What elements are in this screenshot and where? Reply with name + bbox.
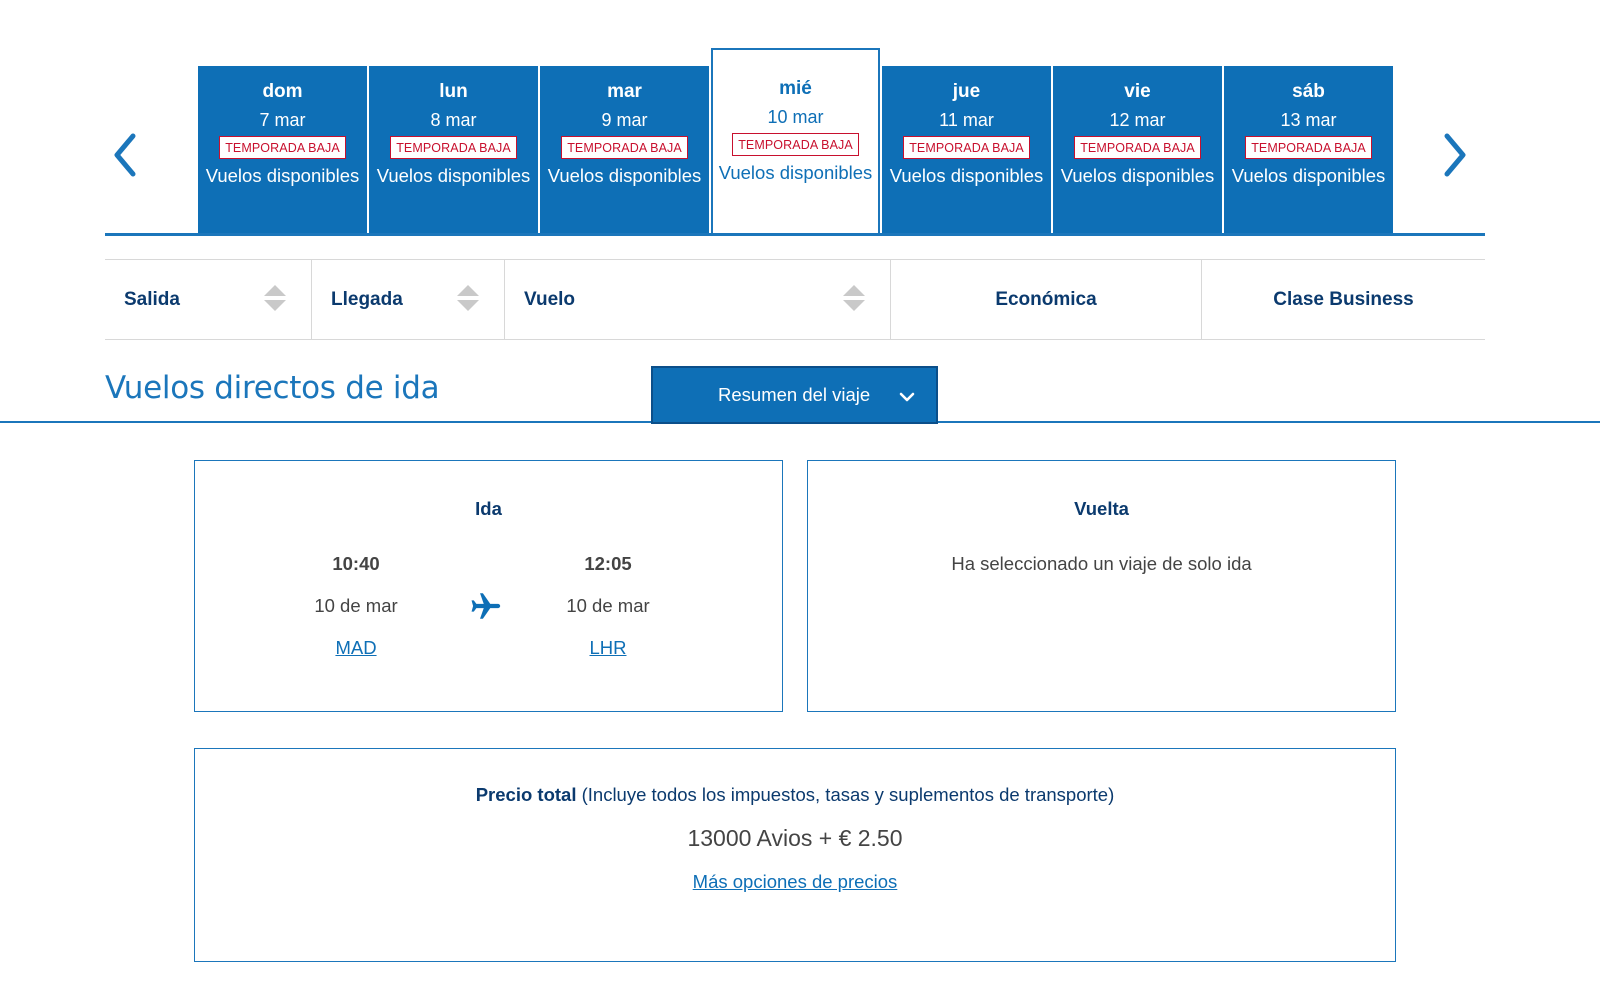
previous-week-button[interactable] bbox=[105, 130, 145, 180]
column-label-business: Clase Business bbox=[1273, 288, 1414, 310]
day-tab-sab[interactable]: sáb 13 mar TEMPORADA BAJA Vuelos disponi… bbox=[1224, 66, 1393, 234]
price-amount: 13000 Avios + € 2.50 bbox=[687, 825, 903, 851]
season-badge: TEMPORADA BAJA bbox=[732, 133, 859, 156]
season-badge: TEMPORADA BAJA bbox=[903, 136, 1030, 159]
column-economy: Económica bbox=[891, 260, 1202, 339]
day-date: 8 mar bbox=[430, 110, 477, 130]
next-week-button[interactable] bbox=[1435, 130, 1475, 180]
day-name: mar bbox=[607, 81, 642, 102]
price-options: Más opciones de precios bbox=[195, 871, 1395, 893]
arrival-info: 12:05 10 de mar LHR bbox=[533, 553, 683, 659]
availability-text: Vuelos disponibles bbox=[205, 165, 360, 186]
day-date: 12 mar bbox=[1109, 110, 1166, 130]
sort-by-flight[interactable]: Vuelo bbox=[505, 260, 891, 339]
availability-text: Vuelos disponibles bbox=[718, 162, 873, 183]
day-tab-dom[interactable]: dom 7 mar TEMPORADA BAJA Vuelos disponib… bbox=[198, 66, 367, 234]
season-badge: TEMPORADA BAJA bbox=[561, 136, 688, 159]
day-date: 11 mar bbox=[939, 110, 994, 130]
column-label-llegada: Llegada bbox=[331, 288, 403, 310]
availability-text: Vuelos disponibles bbox=[376, 165, 531, 186]
return-message: Ha seleccionado un viaje de solo ida bbox=[951, 553, 1252, 574]
column-label-economica: Económica bbox=[995, 288, 1097, 310]
column-business: Clase Business bbox=[1202, 260, 1485, 339]
availability-text: Vuelos disponibles bbox=[889, 165, 1044, 186]
date-strip-divider bbox=[105, 233, 1485, 236]
price-label: Precio total bbox=[475, 784, 577, 805]
arrival-airport-link[interactable]: LHR bbox=[589, 637, 626, 659]
trip-summary-button[interactable]: Resumen del viaje bbox=[651, 366, 938, 424]
day-tab-jue[interactable]: jue 11 mar TEMPORADA BAJA Vuelos disponi… bbox=[882, 66, 1051, 234]
chevron-down-icon bbox=[899, 392, 915, 402]
day-tab-vie[interactable]: vie 12 mar TEMPORADA BAJA Vuelos disponi… bbox=[1053, 66, 1222, 234]
season-badge: TEMPORADA BAJA bbox=[1245, 136, 1372, 159]
day-name: mié bbox=[779, 78, 812, 99]
day-name: lun bbox=[439, 81, 468, 102]
day-date: 7 mar bbox=[259, 110, 306, 130]
column-label-vuelo: Vuelo bbox=[524, 288, 576, 310]
outbound-card: Ida 10:40 10 de mar MAD 12:05 10 de mar … bbox=[194, 460, 783, 712]
results-column-header: Salida Llegada Vuelo Económica Clase Bus… bbox=[105, 259, 1485, 340]
trip-summary-label: Resumen del viaje bbox=[718, 384, 871, 405]
day-tab-lun[interactable]: lun 8 mar TEMPORADA BAJA Vuelos disponib… bbox=[369, 66, 538, 234]
sort-icon bbox=[843, 285, 865, 311]
outbound-title: Ida bbox=[475, 498, 502, 519]
day-tab-mar[interactable]: mar 9 mar TEMPORADA BAJA Vuelos disponib… bbox=[540, 66, 709, 234]
season-badge: TEMPORADA BAJA bbox=[390, 136, 517, 159]
arrival-date: 10 de mar bbox=[566, 595, 650, 616]
availability-text: Vuelos disponibles bbox=[1231, 165, 1386, 186]
day-date: 13 mar bbox=[1280, 110, 1337, 130]
day-tab-mie-selected[interactable]: mié 10 mar TEMPORADA BAJA Vuelos disponi… bbox=[711, 48, 880, 235]
date-selector: dom 7 mar TEMPORADA BAJA Vuelos disponib… bbox=[105, 48, 1485, 236]
price-heading: Precio total (Incluye todos los impuesto… bbox=[195, 784, 1395, 806]
departure-info: 10:40 10 de mar MAD bbox=[281, 553, 431, 659]
more-price-options-link[interactable]: Más opciones de precios bbox=[693, 871, 898, 892]
availability-text: Vuelos disponibles bbox=[547, 165, 702, 186]
sort-icon bbox=[457, 285, 479, 311]
airplane-icon bbox=[471, 593, 501, 619]
day-name: vie bbox=[1124, 81, 1151, 102]
sort-by-departure[interactable]: Salida bbox=[105, 260, 312, 339]
sort-icon bbox=[264, 285, 286, 311]
day-date: 10 mar bbox=[767, 107, 824, 127]
price-note: (Incluye todos los impuestos, tasas y su… bbox=[581, 784, 1115, 805]
return-card: Vuelta Ha seleccionado un viaje de solo … bbox=[807, 460, 1396, 712]
return-title: Vuelta bbox=[1074, 498, 1129, 519]
departure-time: 10:40 bbox=[332, 553, 380, 574]
section-title: Vuelos directos de ida bbox=[105, 370, 440, 406]
day-name: jue bbox=[952, 81, 981, 102]
departure-date: 10 de mar bbox=[314, 595, 398, 616]
day-date: 9 mar bbox=[601, 110, 648, 130]
day-name: dom bbox=[262, 81, 303, 102]
sort-by-arrival[interactable]: Llegada bbox=[312, 260, 505, 339]
departure-airport-link[interactable]: MAD bbox=[335, 637, 376, 659]
arrival-time: 12:05 bbox=[584, 553, 632, 574]
day-tabs: dom 7 mar TEMPORADA BAJA Vuelos disponib… bbox=[198, 48, 1393, 236]
chevron-left-icon bbox=[114, 133, 136, 177]
availability-text: Vuelos disponibles bbox=[1060, 165, 1215, 186]
price-card: Precio total (Incluye todos los impuesto… bbox=[194, 748, 1396, 962]
season-badge: TEMPORADA BAJA bbox=[1074, 136, 1201, 159]
chevron-right-icon bbox=[1444, 133, 1466, 177]
day-name: sáb bbox=[1292, 81, 1325, 102]
column-label-salida: Salida bbox=[124, 288, 180, 310]
season-badge: TEMPORADA BAJA bbox=[219, 136, 346, 159]
